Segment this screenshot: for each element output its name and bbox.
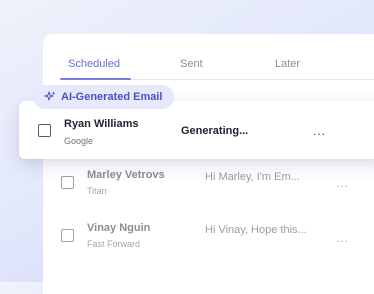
contact-name: Ryan Williams (64, 118, 139, 130)
contact-company: Fast Forward (87, 239, 141, 249)
tab-bar: Scheduled Sent Later (43, 34, 374, 80)
sparkles-icon (44, 91, 56, 103)
row-checkbox[interactable] (61, 176, 74, 189)
tab-later[interactable]: Later (275, 58, 300, 70)
email-row[interactable]: Marley Vetrovs Titan Hi Marley, I'm Em..… (0, 160, 374, 210)
ai-badge-label: AI-Generated Email (61, 91, 163, 103)
ai-generated-email-badge: AI-Generated Email (33, 85, 175, 109)
contact-company: Titan (87, 186, 107, 196)
tab-sent[interactable]: Sent (180, 58, 203, 70)
contact-name: Marley Vetrovs (87, 169, 165, 181)
more-options-button[interactable]: ... (313, 124, 326, 138)
row-checkbox[interactable] (61, 229, 74, 242)
more-options-button[interactable]: ... (336, 176, 349, 190)
generating-status: Generating... (181, 125, 249, 137)
contact-company: Google (64, 136, 94, 146)
tab-scheduled[interactable]: Scheduled (68, 58, 120, 70)
email-preview: Hi Marley, I'm Em... (205, 171, 300, 183)
row-checkbox[interactable] (38, 124, 51, 137)
more-options-button[interactable]: ... (336, 231, 349, 245)
contact-name: Vinay Nguin (87, 222, 151, 234)
active-tab-indicator (60, 78, 131, 80)
highlighted-email-row[interactable]: Ryan Williams Google Generating... ... (19, 101, 374, 159)
email-row[interactable]: Vinay Nguin Fast Forward Hi Vinay, Hope … (0, 213, 374, 263)
email-preview: Hi Vinay, Hope this... (205, 224, 307, 236)
